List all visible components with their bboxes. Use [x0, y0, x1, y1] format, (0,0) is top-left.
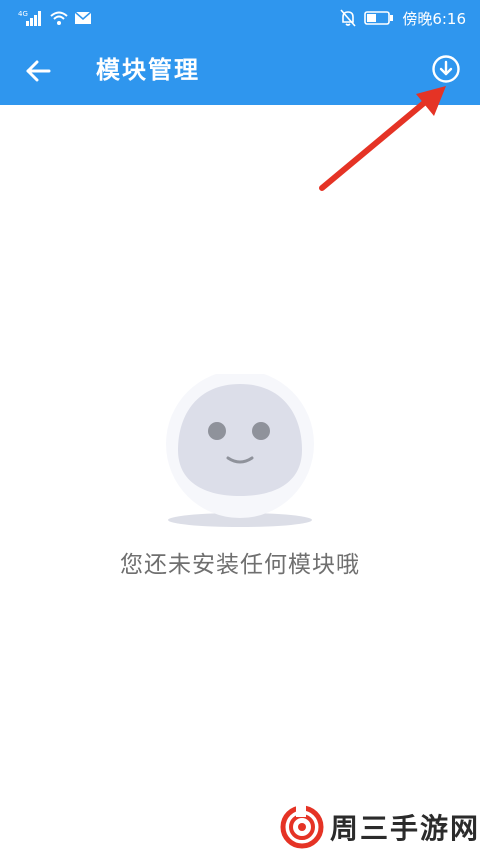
status-left-group: 4G — [18, 8, 92, 28]
page-title: 模块管理 — [96, 56, 200, 84]
status-right-group: 傍晚6:16 — [340, 7, 466, 29]
battery-icon — [364, 11, 394, 25]
mute-bell-icon — [340, 9, 356, 27]
arrow-left-icon — [26, 60, 51, 82]
annotation-arrow — [319, 86, 446, 191]
smiley-face-icon — [166, 374, 314, 527]
watermark: 周三手游网 — [280, 805, 480, 849]
network-type-label: 4G — [18, 10, 28, 18]
swirl-logo-icon — [280, 805, 324, 849]
status-bar: 4G 傍晚6:16 — [0, 0, 480, 35]
mail-icon — [74, 11, 92, 24]
watermark-text: 周三手游网 — [330, 812, 480, 845]
wifi-icon — [50, 11, 68, 25]
empty-state-message: 您还未安装任何模块哦 — [120, 552, 360, 578]
status-time: 傍晚6:16 — [402, 9, 466, 28]
back-button[interactable] — [18, 51, 58, 91]
signal-icon: 4G — [18, 10, 41, 26]
